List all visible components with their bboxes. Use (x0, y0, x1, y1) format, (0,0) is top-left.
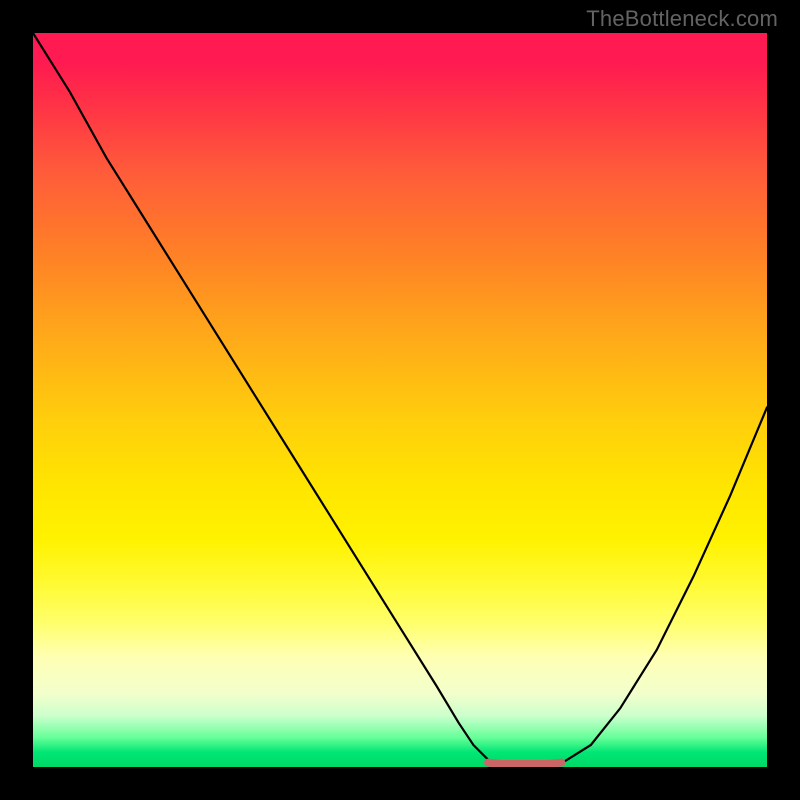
plot-area (33, 33, 767, 767)
chart-svg (33, 33, 767, 767)
chart-frame: TheBottleneck.com (0, 0, 800, 800)
optimal-flat-segment-line (488, 763, 561, 764)
watermark-text: TheBottleneck.com (586, 6, 778, 32)
bottleneck-curve-line (33, 33, 767, 767)
